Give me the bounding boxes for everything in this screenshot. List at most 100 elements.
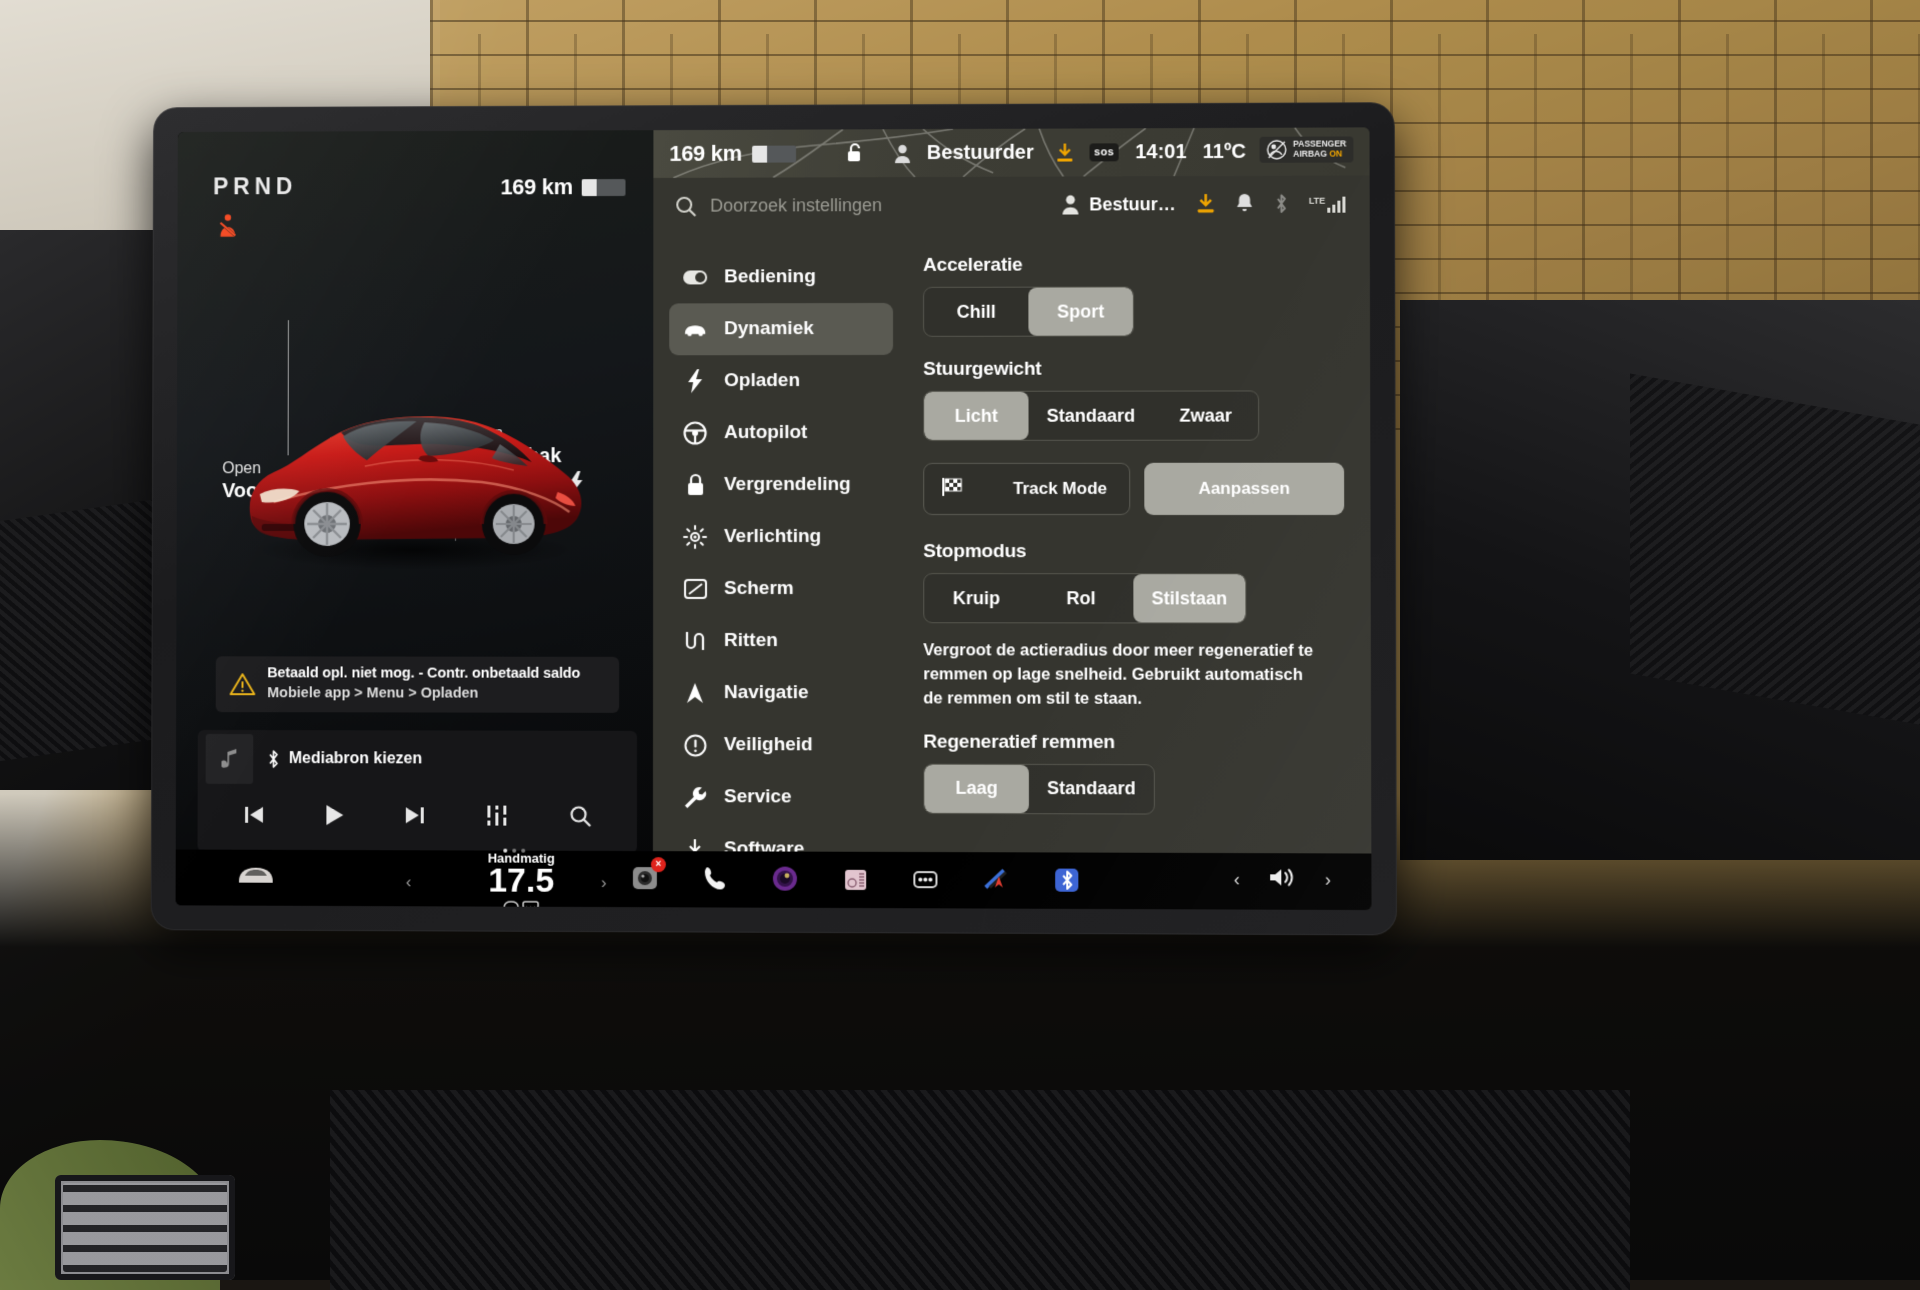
sidebar-item-verlichting[interactable]: Verlichting [669, 511, 893, 563]
person-icon[interactable] [894, 144, 911, 163]
sos-button[interactable]: sos [1089, 143, 1119, 161]
climate-temperature-value: 17.5 [432, 863, 611, 898]
sidebar-label: Navigatie [724, 682, 809, 704]
charging-alert[interactable]: Betaald opl. niet mog. - Contr. onbetaal… [216, 656, 619, 713]
sidebar-item-scherm[interactable]: Scherm [669, 563, 893, 615]
bell-icon[interactable] [1235, 194, 1253, 214]
stop-mode-option-rol[interactable]: Rol [1029, 574, 1134, 622]
bluetooth-icon[interactable] [1273, 194, 1288, 214]
sidebar-item-dynamiek[interactable]: Dynamiek [669, 303, 893, 355]
acceleration-option-chill[interactable]: Chill [924, 288, 1028, 336]
car-icon [683, 322, 707, 337]
status-time: 14:01 [1135, 141, 1187, 164]
defroster-icons[interactable] [501, 899, 541, 910]
sidebar-item-opladen[interactable]: Opladen [669, 355, 893, 407]
status-temperature: 11ºC [1203, 140, 1246, 163]
sidebar-label: Dynamiek [724, 318, 814, 340]
carbon-trim-right [1630, 374, 1920, 727]
bluetooth-icon[interactable] [1049, 862, 1083, 896]
settings-profile-button[interactable]: Bestuur… [1061, 194, 1176, 215]
volume-control: ‹ › [1234, 865, 1331, 895]
search-input[interactable]: Doorzoek instellingen [710, 195, 882, 216]
lte-label: LTE [1309, 195, 1326, 205]
software-download-icon[interactable] [1056, 143, 1073, 162]
volume-down-button[interactable]: ‹ [1234, 869, 1240, 890]
radio-icon[interactable] [838, 862, 872, 896]
volume-up-button[interactable]: › [1325, 870, 1331, 891]
sidebar-item-autopilot[interactable]: Autopilot [669, 407, 893, 459]
regen-option-standaard[interactable]: Standaard [1029, 765, 1154, 814]
lte-signal-icon: LTE [1309, 195, 1348, 212]
sidebar-item-navigatie[interactable]: Navigatie [669, 667, 893, 719]
trips-icon [683, 630, 707, 652]
steering-option-standaard[interactable]: Standaard [1028, 392, 1153, 440]
settings-body: Bediening Dynamiek Opladen [653, 232, 1372, 910]
maps-icon[interactable] [979, 862, 1013, 896]
stop-mode-option-stilstaan[interactable]: Stilstaan [1133, 574, 1245, 622]
steering-option-licht[interactable]: Licht [924, 392, 1028, 440]
sidebar-label: Verlichting [724, 526, 821, 548]
lock-icon [683, 473, 707, 497]
touchscreen: PRND 169 km Open Voorbak Open Achterbak [176, 127, 1372, 910]
sidebar-item-bediening[interactable]: Bediening [669, 251, 893, 303]
sidebar-label: Opladen [724, 370, 800, 392]
media-player: Mediabron kiezen [197, 730, 637, 853]
car-visualization: Open Voorbak Open Achterbak [176, 280, 653, 619]
mode-button-row: Track Mode Aanpassen [923, 463, 1344, 515]
climate-control[interactable]: Handmatig 17.5 [432, 848, 611, 910]
stop-mode-option-kruip[interactable]: Kruip [924, 574, 1028, 622]
status-battery-gauge [752, 145, 796, 162]
alert-line-2: Mobiele app > Menu > Opladen [267, 684, 580, 704]
range-value: 169 km [500, 174, 572, 200]
tesla-model3-render[interactable] [216, 374, 613, 574]
settings-content: Acceleratie Chill Sport Stuurgewicht Lic… [909, 232, 1371, 910]
search-icon[interactable] [569, 804, 591, 831]
sidebar-item-ritten[interactable]: Ritten [669, 615, 893, 667]
settings-panel: 169 km Bestuurder sos 14:01 11ºC [653, 127, 1372, 910]
person-icon [1061, 194, 1079, 214]
gear-indicator: PRND [213, 173, 297, 200]
sidebar-item-veiligheid[interactable]: Veiligheid [669, 719, 893, 772]
camera-icon[interactable] [768, 862, 802, 896]
download-icon[interactable] [1196, 194, 1215, 214]
regen-option-laag[interactable]: Laag [924, 764, 1029, 813]
temp-increase-button[interactable]: › [601, 873, 607, 893]
touchscreen-bezel: PRND 169 km Open Voorbak Open Achterbak [151, 102, 1397, 935]
sidebar-label: Vergrendeling [724, 474, 851, 496]
album-art-placeholder [206, 734, 254, 784]
play-icon[interactable] [324, 804, 344, 831]
unlocked-padlock-icon[interactable] [846, 142, 864, 164]
more-apps-icon[interactable] [908, 862, 942, 896]
pedal [55, 1175, 235, 1280]
equalizer-icon[interactable] [485, 804, 509, 831]
temp-decrease-button[interactable]: ‹ [406, 872, 412, 892]
steering-option-zwaar[interactable]: Zwaar [1153, 391, 1258, 439]
settings-profile-label: Bestuur… [1089, 194, 1176, 215]
navigation-arrow-icon [683, 682, 707, 704]
customize-button[interactable]: Aanpassen [1144, 463, 1344, 515]
alert-line-1: Betaald opl. niet mog. - Contr. onbetaal… [267, 665, 580, 685]
phone-icon[interactable] [698, 861, 732, 895]
next-track-icon[interactable] [404, 805, 426, 830]
sidebar-item-vergrendeling[interactable]: Vergrendeling [669, 459, 893, 511]
sidebar-label: Autopilot [724, 422, 807, 444]
speaker-icon[interactable] [1268, 865, 1296, 894]
sidebar-label: Scherm [724, 578, 794, 600]
car-front-icon[interactable] [237, 864, 275, 891]
section-title-stuurgewicht: Stuurgewicht [923, 358, 1344, 381]
music-note-icon [221, 748, 238, 769]
media-source-button[interactable]: Mediabron kiezen [267, 750, 422, 768]
acceleration-option-sport[interactable]: Sport [1028, 287, 1133, 335]
settings-header: Doorzoek instellingen Bestuur… [653, 175, 1369, 233]
previous-track-icon[interactable] [243, 804, 265, 829]
sidebar-item-service[interactable]: Service [669, 771, 893, 824]
seatbelt-warning-icon [215, 211, 241, 241]
search-bar[interactable]: Doorzoek instellingen [675, 194, 1049, 216]
section-title-acceleratie: Acceleratie [923, 254, 1344, 277]
warning-triangle-icon [230, 672, 256, 696]
section-title-regeneratief: Regeneratief remmen [923, 731, 1344, 754]
status-bar: 169 km Bestuurder sos 14:01 11ºC [653, 127, 1369, 178]
dashcam-icon[interactable]: × [628, 861, 662, 895]
track-mode-button[interactable]: Track Mode [923, 463, 1130, 515]
stop-mode-description: Vergroot de actieradius door meer regene… [923, 639, 1326, 712]
